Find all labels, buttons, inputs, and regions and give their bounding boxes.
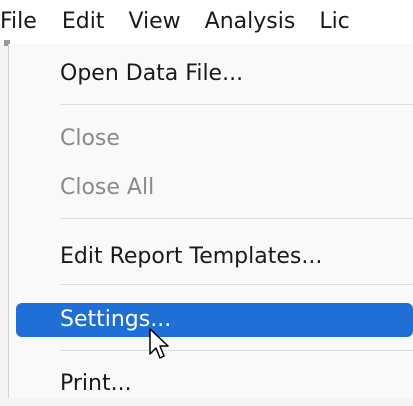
menu-file[interactable]: File	[0, 0, 37, 44]
menu-item-label: Open Data File...	[60, 61, 244, 86]
menu-view[interactable]: View	[124, 0, 180, 44]
menu-item-label: Edit Report Templates...	[60, 244, 323, 269]
menu-item-label: Print...	[60, 371, 132, 396]
menu-license[interactable]: Lic	[315, 0, 349, 44]
menu-separator	[60, 218, 413, 219]
menu-item-close: Close	[0, 117, 413, 161]
menu-separator	[60, 104, 413, 105]
menu-item-edit-report-templates[interactable]: Edit Report Templates...	[0, 235, 413, 279]
menu-item-open-data-file[interactable]: Open Data File...	[0, 52, 413, 96]
file-menu-dropdown	[8, 44, 413, 398]
menu-analysis[interactable]: Analysis	[201, 0, 296, 44]
menu-edit[interactable]: Edit	[58, 0, 105, 44]
menu-item-print[interactable]: Print...	[0, 362, 413, 406]
menu-item-close-all: Close All	[0, 166, 413, 210]
menu-item-label: Close All	[60, 175, 155, 200]
menu-item-label: Close	[60, 126, 120, 151]
arrow-pointer-icon	[149, 328, 169, 359]
menu-bar: File Edit View Analysis Lic	[0, 0, 413, 44]
menu-item-settings[interactable]: Settings...	[0, 298, 413, 342]
menu-separator	[60, 350, 413, 351]
menu-separator	[60, 284, 413, 285]
